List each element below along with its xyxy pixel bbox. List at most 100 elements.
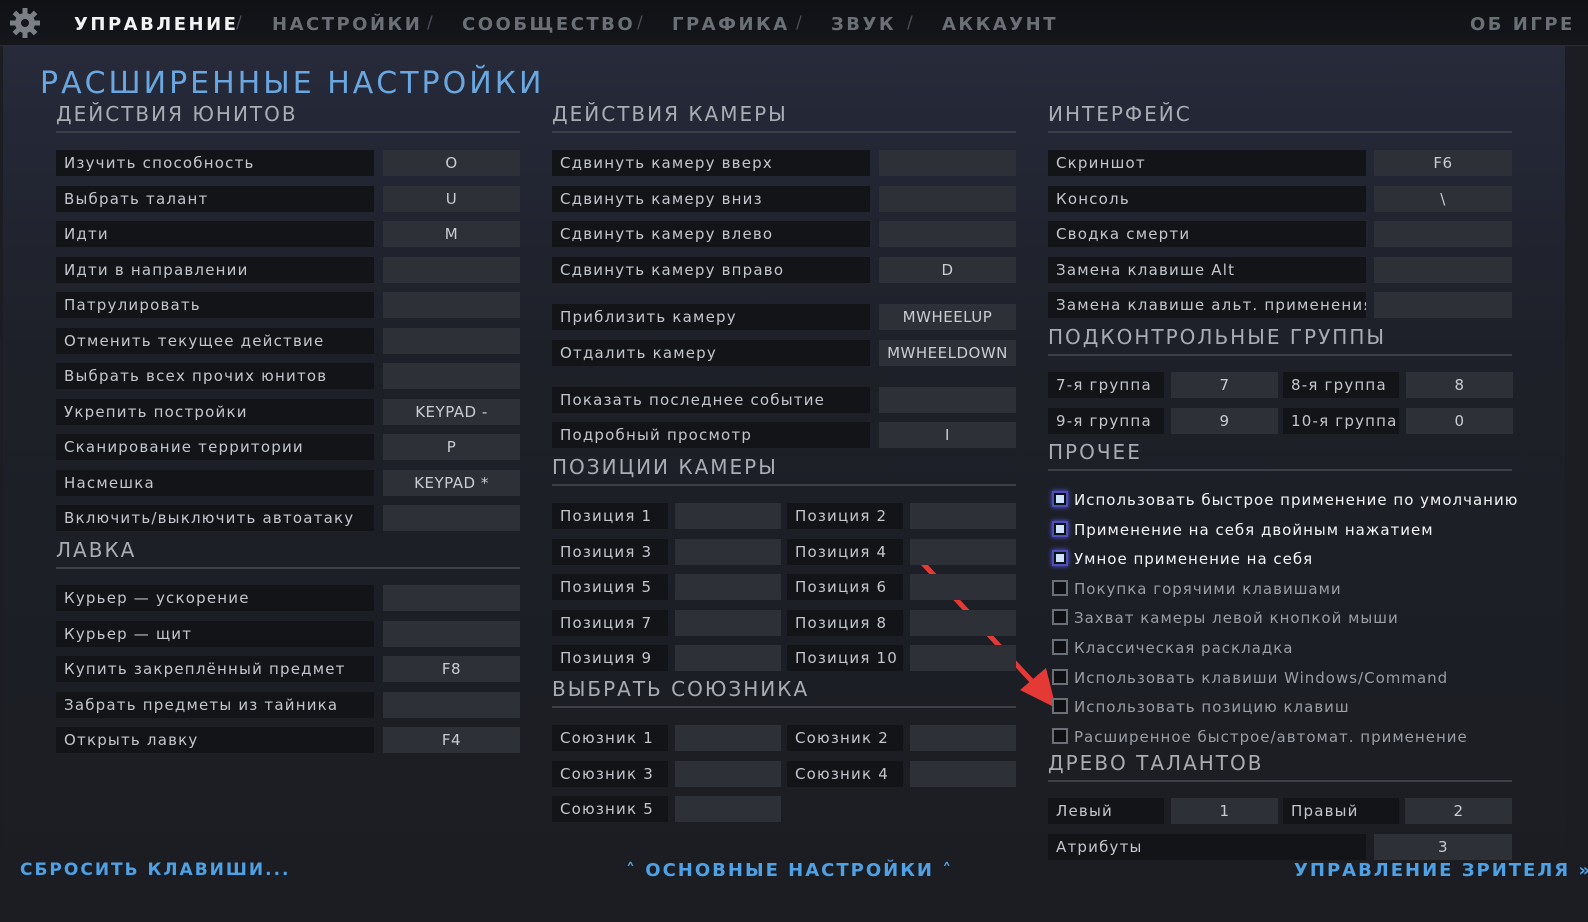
section-heading-interface: ИНТЕРФЕЙС — [1048, 102, 1512, 133]
keybind-field[interactable] — [910, 538, 1016, 565]
option-checkbox[interactable] — [1052, 579, 1068, 596]
keybind-field[interactable] — [675, 538, 781, 565]
option-checkbox[interactable] — [1052, 698, 1068, 715]
keybind-field[interactable] — [1374, 221, 1512, 247]
keybind-field[interactable]: \ — [1374, 185, 1512, 212]
tab-account[interactable]: АККАУНТ — [942, 14, 1058, 35]
control-group-label: 8-я группа — [1283, 372, 1399, 398]
gear-icon[interactable] — [8, 6, 42, 40]
action-label: Замена клавише Alt — [1048, 256, 1366, 283]
keybind-field[interactable] — [910, 645, 1016, 671]
keybind-field[interactable] — [879, 150, 1016, 176]
keybind-field[interactable] — [910, 503, 1016, 529]
tab-sound[interactable]: ЗВУК — [831, 14, 896, 35]
keybind-field[interactable] — [383, 691, 520, 718]
tab-community[interactable]: СООБЩЕСТВО — [462, 14, 635, 35]
action-label: Курьер — щит — [56, 620, 374, 647]
action-label: Сдвинуть камеру вверх — [552, 150, 870, 176]
keybind-field[interactable] — [879, 221, 1016, 247]
keybind-field[interactable] — [910, 760, 1016, 787]
spectator-controls-label: УПРАВЛЕНИЕ ЗРИТЕЛЯ — [1294, 860, 1571, 881]
option-checkbox[interactable] — [1052, 668, 1068, 685]
option-checkbox[interactable] — [1052, 550, 1068, 567]
talent-right-key[interactable]: 2 — [1405, 798, 1512, 824]
action-label: Сканирование территории — [56, 434, 374, 460]
keybind-field[interactable] — [675, 609, 781, 636]
option-checkbox[interactable] — [1052, 520, 1068, 537]
keybind-field[interactable] — [1374, 292, 1512, 318]
keybind-field[interactable]: MWHEELUP — [879, 304, 1016, 330]
keybind-field[interactable] — [675, 645, 781, 671]
keybind-field[interactable] — [879, 186, 1016, 212]
section-heading-unit-actions: ДЕЙСТВИЯ ЮНИТОВ — [56, 102, 520, 133]
keybind-field[interactable]: M — [383, 221, 520, 247]
talent-attr-key[interactable]: 3 — [1374, 834, 1512, 860]
camera-position-label: Позиция 1 — [552, 503, 668, 529]
keybind-field[interactable] — [675, 503, 781, 529]
keybind-field[interactable] — [383, 585, 520, 611]
action-label: Замена клавише альт. применения — [1048, 292, 1366, 318]
ally-label: Союзник 4 — [787, 760, 903, 787]
tab-settings[interactable]: НАСТРОЙКИ — [272, 14, 422, 35]
spectator-controls-button[interactable]: УПРАВЛЕНИЕ ЗРИТЕЛЯ » — [1294, 860, 1588, 881]
keybind-field[interactable] — [910, 609, 1016, 636]
keybind-field[interactable]: U — [383, 185, 520, 212]
nav-separator: / — [427, 13, 433, 33]
keybind-field[interactable] — [383, 256, 520, 283]
camera-position-label: Позиция 10 — [787, 645, 903, 671]
action-label: Открыть лавку — [56, 727, 374, 753]
keybind-field[interactable]: 8 — [1406, 372, 1513, 398]
tab-graphics[interactable]: ГРАФИКА — [672, 14, 790, 35]
tab-about[interactable]: ОБ ИГРЕ — [1470, 14, 1575, 35]
keybind-field[interactable] — [1374, 256, 1512, 283]
keybind-field[interactable] — [910, 725, 1016, 751]
basic-settings-button[interactable]: ˄ ОСНОВНЫЕ НАСТРОЙКИ ˄ — [626, 860, 953, 881]
keybind-field[interactable] — [383, 620, 520, 647]
tab-controls[interactable]: УПРАВЛЕНИЕ — [74, 14, 238, 35]
keybind-field[interactable]: P — [383, 434, 520, 460]
keybind-field[interactable]: F6 — [1374, 150, 1512, 176]
camera-position-label: Позиция 4 — [787, 538, 903, 565]
keybind-field[interactable] — [383, 327, 520, 354]
talent-left-key[interactable]: 1 — [1171, 798, 1278, 824]
option-checkbox[interactable] — [1052, 727, 1068, 744]
keybind-field[interactable] — [675, 725, 781, 751]
option-checkbox[interactable] — [1052, 609, 1068, 626]
action-label: Укрепить постройки — [56, 398, 374, 425]
option-checkbox[interactable] — [1052, 491, 1068, 507]
option-label: Классическая раскладка — [1074, 639, 1294, 657]
action-label: Насмешка — [56, 469, 374, 496]
option-checkbox[interactable] — [1052, 639, 1068, 655]
top-nav-bar: УПРАВЛЕНИЕ / НАСТРОЙКИ / СООБЩЕСТВО / ГР… — [0, 0, 1588, 46]
keybind-field[interactable] — [383, 505, 520, 531]
talent-left-label: Левый — [1048, 798, 1164, 824]
keybind-field[interactable] — [675, 760, 781, 787]
keybind-field[interactable]: F4 — [383, 727, 520, 753]
option-label: Использовать позицию клавиш — [1074, 698, 1350, 717]
nav-separator: / — [637, 13, 643, 33]
action-label: Идти — [56, 221, 374, 247]
keybind-field[interactable] — [383, 363, 520, 389]
keybind-field[interactable] — [879, 387, 1016, 413]
action-label: Сдвинуть камеру вниз — [552, 186, 870, 212]
keybind-field[interactable]: KEYPAD * — [383, 469, 520, 496]
section-heading-talent-tree: ДРЕВО ТАЛАНТОВ — [1048, 751, 1512, 782]
keybind-field[interactable]: O — [383, 150, 520, 176]
keybind-field[interactable]: 0 — [1406, 407, 1513, 434]
action-label: Показать последнее событие — [552, 387, 870, 413]
keybind-field[interactable] — [910, 574, 1016, 600]
reset-keys-button[interactable]: СБРОСИТЬ КЛАВИШИ... — [20, 860, 290, 880]
keybind-field[interactable]: D — [879, 257, 1016, 283]
keybind-field[interactable]: MWHEELDOWN — [879, 340, 1016, 366]
chevron-up-icon: ˄ — [626, 860, 637, 881]
keybind-field[interactable] — [675, 574, 781, 600]
keybind-field[interactable]: F8 — [383, 656, 520, 682]
keybind-field[interactable]: 9 — [1171, 407, 1278, 434]
keybind-field[interactable] — [383, 292, 520, 318]
keybind-field[interactable]: I — [879, 422, 1016, 448]
action-label: Выбрать всех прочих юнитов — [56, 363, 374, 389]
keybind-field[interactable]: KEYPAD - — [383, 398, 520, 425]
section-heading-misc: ПРОЧЕЕ — [1048, 440, 1512, 471]
keybind-field[interactable] — [675, 796, 781, 822]
keybind-field[interactable]: 7 — [1171, 372, 1278, 398]
